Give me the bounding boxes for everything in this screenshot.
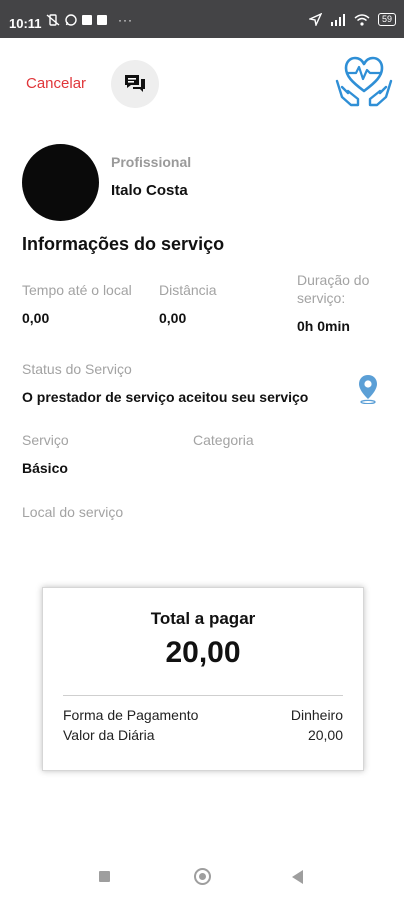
daily-rate-label: Valor da Diária bbox=[63, 727, 155, 743]
distance-value: 0,00 bbox=[159, 310, 187, 326]
professional-name: Italo Costa bbox=[111, 182, 188, 199]
heart-in-hands-icon bbox=[335, 56, 393, 107]
notification-icons: ··· bbox=[46, 13, 133, 27]
status-time: 10:11 bbox=[9, 16, 42, 31]
status-value: O prestador de serviço aceitou seu servi… bbox=[22, 389, 309, 405]
professional-label: Profissional bbox=[111, 154, 192, 170]
recent-apps-icon[interactable] bbox=[99, 871, 110, 882]
signal-icon bbox=[330, 13, 345, 26]
daily-rate-row: Valor da Diária 20,00 bbox=[63, 727, 343, 743]
app-notification-icon bbox=[82, 15, 92, 25]
vibrate-off-icon bbox=[46, 14, 60, 26]
whatsapp-icon bbox=[65, 14, 77, 26]
system-navigation-bar bbox=[0, 860, 404, 896]
payment-method-row: Forma de Pagamento Dinheiro bbox=[63, 707, 343, 723]
payment-method-value: Dinheiro bbox=[290, 707, 343, 723]
duration-label-line2: serviço: bbox=[297, 290, 346, 306]
service-value: Básico bbox=[22, 460, 68, 476]
back-icon[interactable] bbox=[292, 870, 303, 884]
status-label: Status do Serviço bbox=[22, 361, 132, 377]
daily-rate-value: 20,00 bbox=[307, 727, 343, 743]
chat-bubbles-icon bbox=[125, 75, 145, 92]
location-arrow-icon bbox=[308, 13, 322, 26]
total-value: 20,00 bbox=[165, 636, 241, 669]
duration-label-line1: Duração do bbox=[297, 272, 370, 288]
payment-summary-card: Total a pagar 20,00 Forma de Pagamento D… bbox=[42, 587, 364, 771]
total-label: Total a pagar bbox=[150, 609, 256, 628]
status-bar: 10:11 ··· 59 bbox=[0, 0, 404, 38]
duration-value: 0h 0min bbox=[297, 318, 350, 334]
cancel-button[interactable]: Cancelar bbox=[26, 75, 86, 92]
location-pin-icon[interactable] bbox=[358, 374, 378, 404]
time-to-location-value: 0,00 bbox=[22, 310, 50, 326]
payment-method-label: Forma de Pagamento bbox=[63, 707, 199, 723]
avatar bbox=[22, 144, 99, 221]
more-notifications-icon: ··· bbox=[118, 13, 133, 27]
app-notification-icon bbox=[97, 15, 107, 25]
home-icon[interactable] bbox=[194, 868, 211, 885]
time-to-location-label: Tempo até o local bbox=[22, 282, 132, 298]
service-label: Serviço bbox=[22, 432, 69, 448]
category-label: Categoria bbox=[193, 432, 254, 448]
service-info-title: Informações do serviço bbox=[22, 234, 225, 254]
divider bbox=[63, 695, 343, 696]
chat-button[interactable] bbox=[111, 60, 159, 108]
wifi-icon bbox=[354, 13, 370, 26]
service-location-label: Local do serviço bbox=[22, 504, 124, 520]
battery-icon: 59 bbox=[377, 13, 396, 26]
distance-label: Distância bbox=[159, 282, 217, 298]
